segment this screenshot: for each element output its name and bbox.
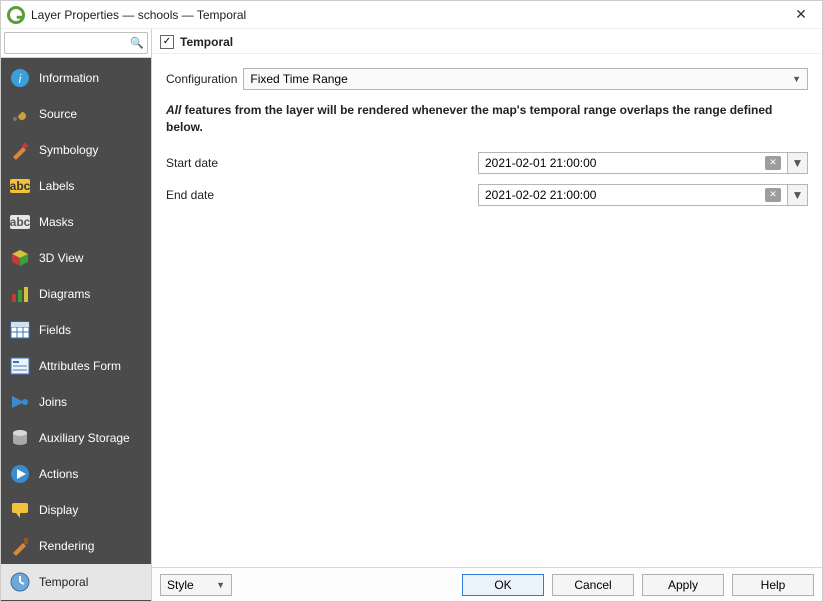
clock-icon (9, 571, 31, 593)
configuration-select[interactable]: Fixed Time Range ▼ (243, 68, 808, 90)
chevron-down-icon: ▼ (792, 156, 804, 170)
sidebar-item-information[interactable]: i Information (1, 60, 151, 96)
ok-button[interactable]: OK (462, 574, 544, 596)
chart-icon (9, 283, 31, 305)
sidebar-item-label: Actions (39, 467, 78, 481)
brush-icon (9, 139, 31, 161)
sidebar-item-label: Fields (39, 323, 71, 337)
info-icon: i (9, 67, 31, 89)
sidebar-item-label: 3D View (39, 251, 83, 265)
sidebar-item-display[interactable]: Display (1, 492, 151, 528)
table-icon (9, 319, 31, 341)
footer: Style ▼ OK Cancel Apply Help (152, 567, 822, 601)
sidebar-item-actions[interactable]: Actions (1, 456, 151, 492)
sidebar-item-label: Rendering (39, 539, 94, 553)
chevron-down-icon: ▼ (216, 580, 225, 590)
chevron-down-icon: ▼ (792, 188, 804, 202)
sidebar-item-joins[interactable]: Joins (1, 384, 151, 420)
sidebar-item-3d-view[interactable]: 3D View (1, 240, 151, 276)
temporal-label: Temporal (180, 35, 233, 49)
configuration-row: Configuration Fixed Time Range ▼ (166, 68, 808, 90)
sidebar-item-fields[interactable]: Fields (1, 312, 151, 348)
start-date-label: Start date (166, 156, 478, 170)
description-rest: features from the layer will be rendered… (166, 103, 772, 134)
end-date-dropdown[interactable]: ▼ (788, 184, 808, 206)
wrench-icon (9, 103, 31, 125)
end-date-row: End date 2021-02-02 21:00:00 ✕ ▼ (166, 184, 808, 206)
chevron-down-icon: ▼ (792, 74, 801, 84)
sidebar-item-masks[interactable]: abc Masks (1, 204, 151, 240)
sidebar-item-label: Temporal (39, 575, 88, 589)
main-panel: ✓ Temporal Configuration Fixed Time Rang… (151, 29, 822, 601)
sidebar-item-symbology[interactable]: Symbology (1, 132, 151, 168)
sidebar-item-label: Display (39, 503, 78, 517)
window-title: Layer Properties — schools — Temporal (31, 8, 786, 22)
sidebar-item-temporal[interactable]: Temporal (1, 564, 151, 600)
ok-label: OK (494, 578, 511, 592)
style-button[interactable]: Style ▼ (160, 574, 232, 596)
sidebar-item-label: Source (39, 107, 77, 121)
sidebar-item-labels[interactable]: abc Labels (1, 168, 151, 204)
configuration-label: Configuration (166, 72, 237, 86)
join-icon (9, 391, 31, 413)
tooltip-icon (9, 499, 31, 521)
sidebar-item-label: Attributes Form (39, 359, 121, 373)
close-button[interactable]: ✕ (786, 6, 816, 23)
content: Configuration Fixed Time Range ▼ All fea… (152, 54, 822, 567)
cancel-button[interactable]: Cancel (552, 574, 634, 596)
sidebar-item-source[interactable]: Source (1, 96, 151, 132)
body: 🔍 i Information Source (1, 29, 822, 601)
qgis-icon (7, 6, 25, 24)
sidebar-item-label: Information (39, 71, 99, 85)
svg-text:abc: abc (10, 215, 30, 229)
start-date-input[interactable]: 2021-02-01 21:00:00 ✕ (478, 152, 788, 174)
sidebar: 🔍 i Information Source (1, 29, 151, 601)
svg-text:i: i (19, 72, 22, 86)
description-emph: All (166, 103, 181, 117)
form-icon (9, 355, 31, 377)
sidebar-item-label: Masks (39, 215, 74, 229)
play-icon (9, 463, 31, 485)
start-date-row: Start date 2021-02-01 21:00:00 ✕ ▼ (166, 152, 808, 174)
search-input[interactable] (4, 32, 148, 54)
end-date-input[interactable]: 2021-02-02 21:00:00 ✕ (478, 184, 788, 206)
clear-icon[interactable]: ✕ (765, 188, 781, 202)
sidebar-item-auxiliary-storage[interactable]: Auxiliary Storage (1, 420, 151, 456)
end-date-label: End date (166, 188, 478, 202)
database-icon (9, 427, 31, 449)
masks-icon: abc (9, 211, 31, 233)
start-date-dropdown[interactable]: ▼ (788, 152, 808, 174)
sidebar-item-label: Auxiliary Storage (39, 431, 130, 445)
svg-text:abc: abc (10, 179, 30, 193)
cube-icon (9, 247, 31, 269)
nav: i Information Source Symbology (1, 58, 151, 601)
sidebar-item-label: Diagrams (39, 287, 90, 301)
description-text: All features from the layer will be rend… (166, 102, 808, 136)
cancel-label: Cancel (574, 578, 611, 592)
clear-icon[interactable]: ✕ (765, 156, 781, 170)
help-button[interactable]: Help (732, 574, 814, 596)
sidebar-item-diagrams[interactable]: Diagrams (1, 276, 151, 312)
render-brush-icon (9, 535, 31, 557)
style-label: Style (167, 578, 194, 592)
help-label: Help (761, 578, 786, 592)
titlebar: Layer Properties — schools — Temporal ✕ (1, 1, 822, 29)
apply-button[interactable]: Apply (642, 574, 724, 596)
temporal-checkbox[interactable]: ✓ (160, 35, 174, 49)
configuration-value: Fixed Time Range (250, 72, 347, 86)
search-row: 🔍 (1, 29, 151, 58)
sidebar-item-label: Joins (39, 395, 67, 409)
window: Layer Properties — schools — Temporal ✕ … (0, 0, 823, 602)
sidebar-item-label: Labels (39, 179, 74, 193)
sidebar-item-attributes-form[interactable]: Attributes Form (1, 348, 151, 384)
temporal-header: ✓ Temporal (152, 29, 822, 54)
sidebar-item-label: Symbology (39, 143, 98, 157)
start-date-value: 2021-02-01 21:00:00 (485, 156, 596, 170)
sidebar-item-rendering[interactable]: Rendering (1, 528, 151, 564)
labels-icon: abc (9, 175, 31, 197)
end-date-value: 2021-02-02 21:00:00 (485, 188, 596, 202)
apply-label: Apply (668, 578, 698, 592)
